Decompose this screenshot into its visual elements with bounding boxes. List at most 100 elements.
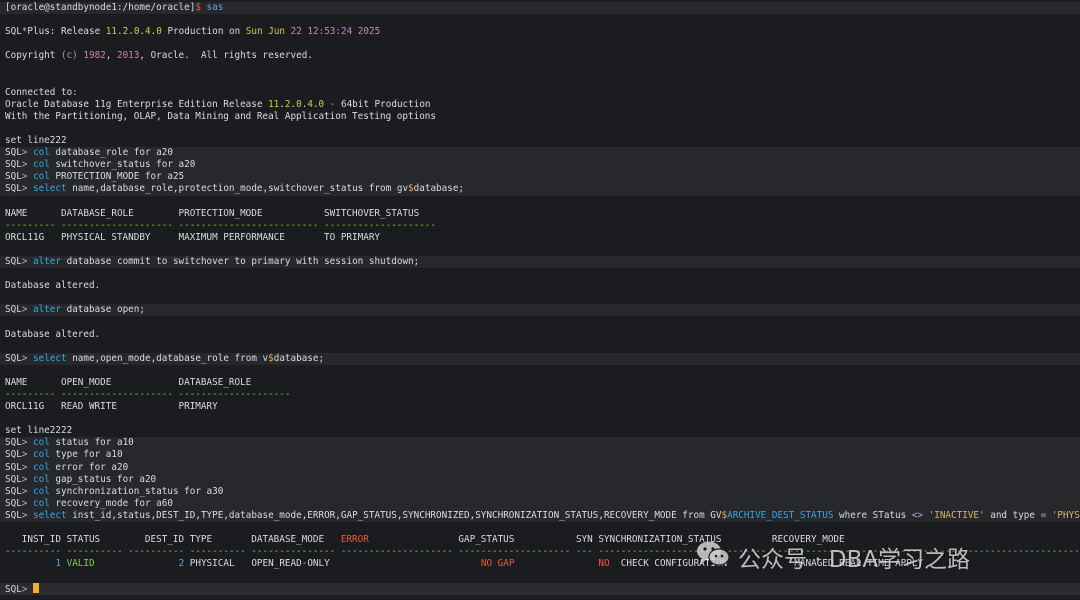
terminal-text: sas: [200, 2, 224, 13]
terminal-line: SQL> alter database commit to switchover…: [0, 255, 1080, 269]
terminal-text: PROTECTION_MODE for a25: [49, 171, 185, 183]
terminal-text: Copyright: [5, 50, 61, 62]
terminal-text: status for a10: [49, 437, 134, 449]
terminal-text: SQL: [5, 485, 22, 497]
terminal-text: SQL: [5, 461, 22, 473]
terminal-line: Database altered.: [0, 280, 1080, 292]
terminal-text: select: [33, 509, 67, 521]
terminal-text: database open;: [61, 304, 145, 316]
terminal-text: NO: [598, 558, 610, 570]
terminal-line: Database altered.: [0, 329, 1080, 341]
terminal-window[interactable]: [oracle@standbynode1:/home/oracle]$ sas S…: [0, 0, 1080, 600]
terminal-text: SQL: [5, 509, 22, 521]
terminal-line: SQL> select name,database_role,protectio…: [0, 183, 1080, 196]
terminal-text: PHYSICAL OPEN_READ: [184, 558, 302, 570]
terminal-text: Oracle Database 11g Enterprise Edition R…: [5, 98, 269, 110]
terminal-text: VALID: [66, 558, 95, 570]
command-prompt-line[interactable]: SQL>: [0, 582, 1080, 595]
terminal-text: SQL: [5, 437, 22, 449]
terminal-line: [oracle@standbynode1:/home/oracle]$ sas: [0, 2, 1080, 15]
terminal-line: SQL> col gap_status for a20: [0, 473, 1080, 486]
terminal-text: Production on: [161, 26, 246, 38]
terminal-text: SQL: [5, 497, 22, 509]
terminal-text: 11: [268, 98, 280, 110]
terminal-line: SQL*Plus: Release 11.2.0.4.0 Production …: [0, 26, 1080, 38]
terminal-text: error for a20: [49, 461, 129, 473]
terminal-text: where STatus: [833, 509, 912, 521]
terminal-text: set line222: [5, 135, 67, 147]
terminal-text: ORCL11G READ WRITE PRIMARY: [5, 401, 218, 413]
terminal-text: 64bit Production: [335, 98, 431, 110]
terminal-text: database_role for a20: [49, 147, 173, 159]
terminal-text: --------- -------------------- ---------…: [5, 389, 291, 400]
terminal-text: col: [33, 497, 50, 509]
terminal-text: col: [33, 159, 50, 171]
terminal-text: select: [33, 183, 67, 195]
watermark: 公众号 · DBA学习之路: [696, 540, 970, 574]
terminal-line: SQL> col status for a10: [0, 437, 1080, 450]
terminal-text: inst_id,status,DEST_ID,TYPE,database_mod…: [66, 509, 722, 521]
terminal-line: set line2222: [0, 425, 1080, 437]
terminal-text: NAME DATABASE_ROLE PROTECTION_MODE SWITC…: [5, 207, 420, 219]
terminal-text: SQL: [5, 171, 22, 183]
terminal-text: NAME OPEN_MODE DATABASE_ROLE: [5, 376, 252, 388]
terminal-line: SQL> col synchronization_status for a30: [0, 485, 1080, 498]
terminal-text: name,open_mode,database_role from v: [66, 352, 269, 364]
terminal-text: With the Partitioning, OLAP, Data Mining…: [5, 110, 436, 122]
terminal-text: col: [33, 461, 50, 473]
terminal-text: database;: [413, 183, 465, 195]
terminal-text: set line2222: [5, 425, 73, 437]
wechat-icon: [696, 540, 730, 574]
terminal-text: database;: [273, 352, 325, 364]
terminal-text: col: [33, 485, 50, 497]
terminal-line: Copyright (c) 1982, 2013, Oracle. All ri…: [0, 50, 1080, 62]
terminal-text: synchronization_status for a30: [49, 485, 224, 497]
terminal-line: SQL> col switchover_status for a20: [0, 159, 1080, 172]
terminal-text: SQL: [5, 304, 22, 316]
terminal-text: :: [72, 86, 78, 98]
terminal-line: NAME DATABASE_ROLE PROTECTION_MODE SWITC…: [0, 208, 1080, 220]
terminal-line: With the Partitioning, OLAP, Data Mining…: [0, 111, 1080, 123]
terminal-text: Sun Jun: [245, 26, 291, 38]
terminal-text: 22 12:53:24 2025: [290, 26, 381, 38]
terminal-text: SQL: [5, 473, 22, 485]
terminal-text: SQL: [5, 352, 22, 364]
terminal-text: col: [33, 437, 50, 449]
terminal-text: alter: [33, 255, 62, 267]
terminal-line: SQL> col database_role for a20: [0, 147, 1080, 160]
terminal-text: Database altered.: [5, 328, 101, 340]
terminal-text: SQL: [5, 26, 22, 38]
terminal-text: ORCL11G PHYSICAL STANDBY MAXIMUM PERFORM…: [5, 231, 381, 243]
terminal-text: SQL: [5, 147, 22, 159]
terminal-text: 'INACTIVE': [928, 509, 985, 521]
terminal-text: 2013: [116, 50, 140, 62]
terminal-line: SQL> select inst_id,status,DEST_ID,TYPE,…: [0, 509, 1080, 523]
terminal-text: --------- -------------------- ---------…: [5, 219, 436, 231]
terminal-text: SQL: [5, 255, 22, 267]
terminal-text: select: [33, 352, 67, 364]
terminal-line: ORCL11G READ WRITE PRIMARY: [0, 401, 1080, 413]
terminal-line: SQL> select name,open_mode,database_role…: [0, 352, 1080, 365]
terminal-text: ONLY: [307, 558, 481, 570]
terminal-text: alter: [33, 304, 62, 316]
terminal-text: col: [33, 171, 50, 183]
terminal-text: NO GAP: [480, 558, 515, 570]
terminal-text: 11: [105, 26, 117, 38]
terminal-line: SQL> col error for a20: [0, 461, 1080, 474]
terminal-text: SQL: [5, 449, 22, 461]
terminal-text: , Oracle. All rights reserved.: [139, 50, 313, 62]
